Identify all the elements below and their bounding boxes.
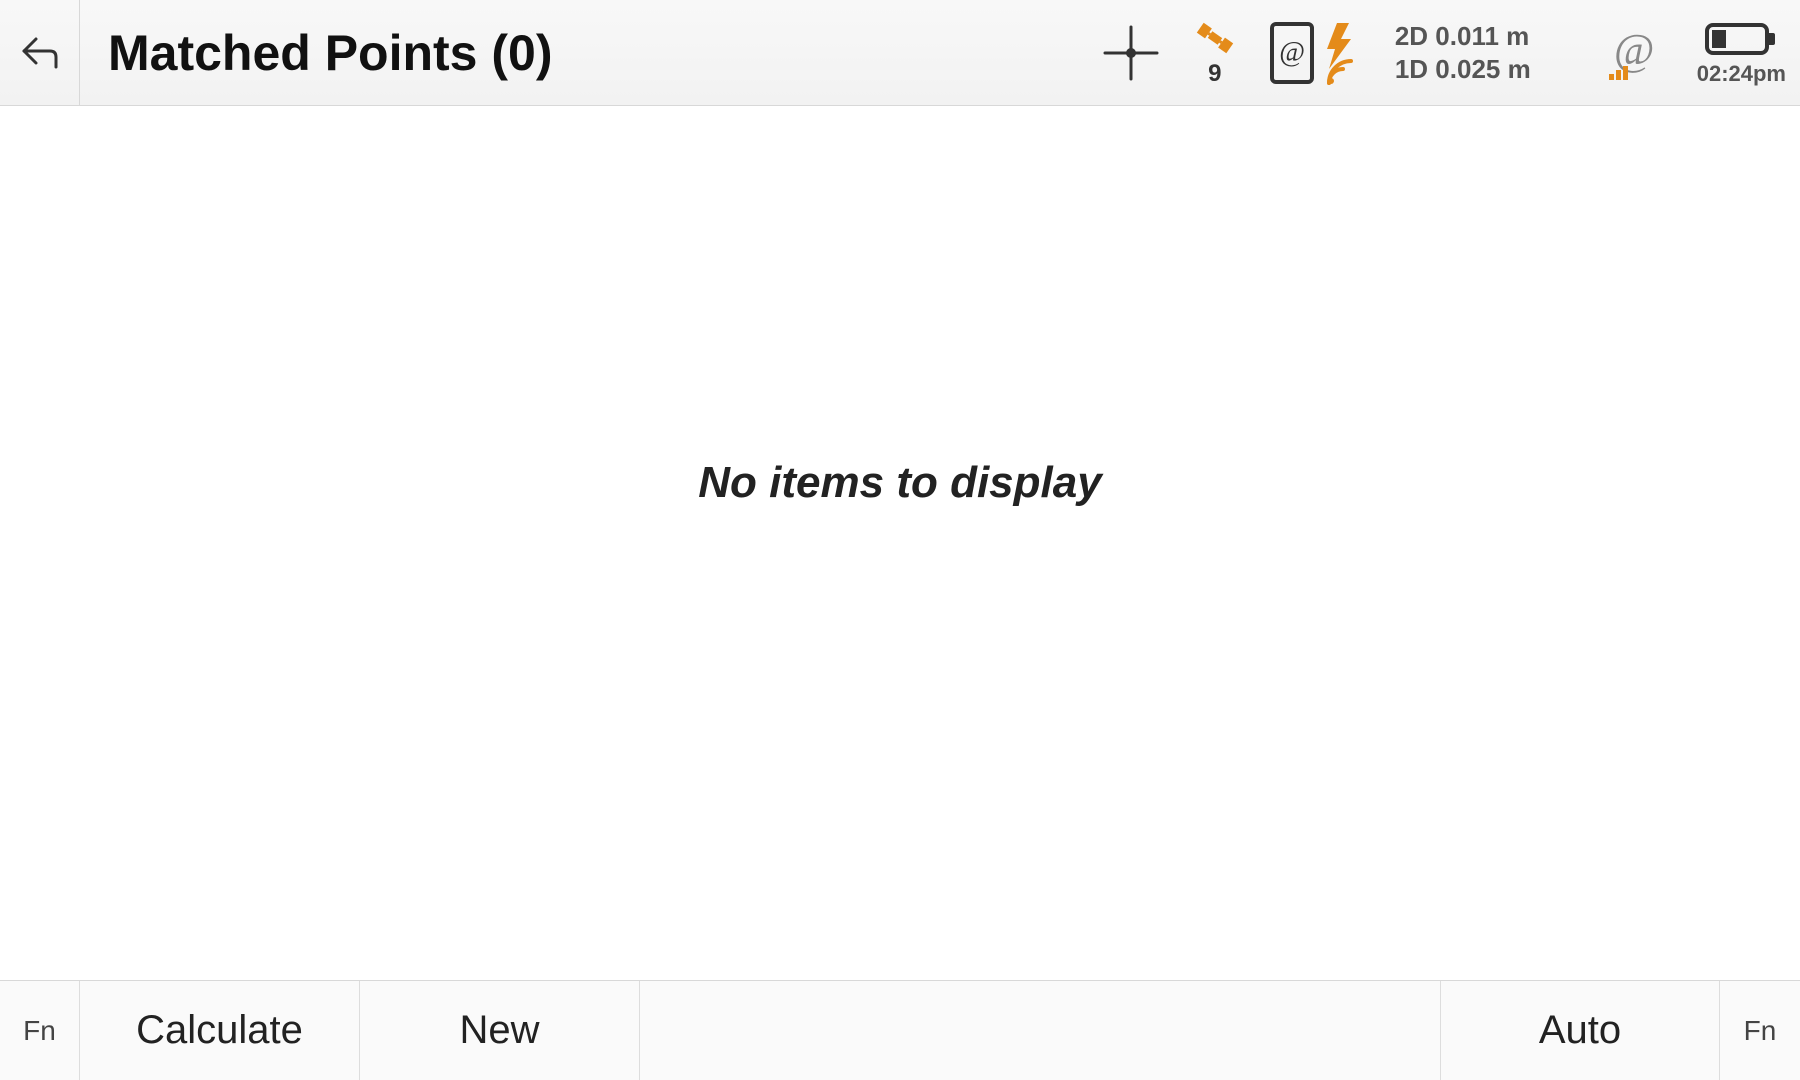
header-bar: Matched Points (0) 9: [0, 0, 1800, 106]
back-button[interactable]: [0, 0, 80, 105]
battery-time-status[interactable]: 02:24pm: [1697, 19, 1786, 87]
back-arrow-icon: [16, 29, 64, 77]
accuracy-status[interactable]: 2D 0.011 m 1D 0.025 m: [1395, 22, 1531, 83]
calculate-button[interactable]: Calculate: [80, 981, 360, 1080]
page-title: Matched Points (0): [108, 24, 552, 82]
crosshair-icon: [1101, 23, 1161, 83]
new-button[interactable]: New: [360, 981, 640, 1080]
fn-right-button[interactable]: Fn: [1720, 981, 1800, 1080]
satellite-count: 9: [1208, 60, 1221, 88]
empty-state-message: No items to display: [698, 458, 1101, 628]
accuracy-1d: 1D 0.025 m: [1395, 55, 1531, 84]
accuracy-2d: 2D 0.011 m: [1395, 22, 1531, 51]
fn-left-button[interactable]: Fn: [0, 981, 80, 1080]
svg-text:@: @: [1613, 25, 1653, 74]
svg-text:@: @: [1279, 37, 1305, 68]
lightning-signal-icon: [1323, 21, 1363, 85]
internet-status[interactable]: @: [1603, 22, 1665, 84]
auto-button[interactable]: Auto: [1440, 981, 1720, 1080]
device-icon: @: [1269, 21, 1315, 85]
footer-spacer: [640, 981, 1440, 1080]
clock-time: 02:24pm: [1697, 61, 1786, 87]
satellite-icon: [1193, 18, 1237, 58]
status-cluster: 9 @ 2D 0.011 m 1D 0.025 m @: [1101, 18, 1790, 88]
battery-icon: [1704, 19, 1778, 59]
device-connection-status[interactable]: @: [1269, 21, 1363, 85]
main-content: No items to display: [0, 106, 1800, 980]
at-signal-icon: @: [1603, 22, 1665, 84]
footer-bar: Fn Calculate New Auto Fn: [0, 980, 1800, 1080]
satellite-status[interactable]: 9: [1193, 18, 1237, 88]
crosshair-status[interactable]: [1101, 23, 1161, 83]
